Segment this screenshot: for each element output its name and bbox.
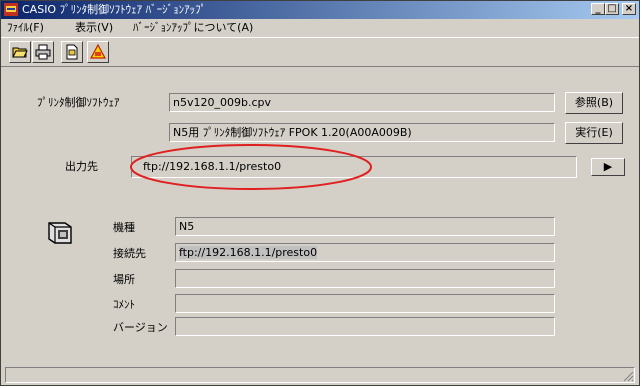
menu-about[interactable]: ﾊﾞｰｼﾞｮﾝｱｯﾌﾟについて(A) [133,20,253,36]
minimize-icon: _ [595,3,601,14]
output-value: ftp://192.168.1.1/presto0 [143,160,282,173]
resize-grip-icon[interactable] [622,370,634,382]
menu-bar: ﾌｧｲﾙ(F) 表示(V) ﾊﾞｰｼﾞｮﾝｱｯﾌﾟについて(A) [1,19,639,37]
status-bar [5,367,635,383]
software-desc-field: N5用 ﾌﾟﾘﾝﾀ制御ｿﾌﾄｳｪｱ FPOK 1.20(A00A009B) [169,123,555,142]
printer-icon [35,44,51,60]
open-folder-icon [12,47,28,58]
connection-field: ftp://192.168.1.1/presto0 [175,243,555,262]
comment-label: ｺﾒﾝﾄ [113,298,135,311]
document-icon [66,44,78,60]
output-label: 出力先 [65,160,98,173]
maximize-button[interactable]: □ [605,3,619,15]
window-title: CASIO ﾌﾟﾘﾝﾀ制御ｿﾌﾄｳｪｱ ﾊﾞｰｼﾞｮﾝｱｯﾌﾟ [22,3,207,16]
document-button[interactable] [61,41,83,63]
output-field[interactable]: ftp://192.168.1.1/presto0 [131,156,577,178]
software-label: ﾌﾟﾘﾝﾀ制御ｿﾌﾄｳｪｱ [37,96,120,109]
print-button[interactable] [32,41,54,63]
model-field: N5 [175,217,555,236]
location-label: 場所 [113,273,135,286]
minimize-button[interactable]: _ [591,3,605,15]
app-icon [4,3,18,16]
model-value: N5 [179,220,195,233]
browse-button-label: 参照(B) [574,96,614,109]
run-button-label: 実行(E) [575,126,613,139]
connection-label: 接続先 [113,247,146,260]
toolbar [1,37,639,67]
output-select-button[interactable]: ▶ [591,158,625,176]
close-button[interactable]: × [622,3,636,15]
software-file-field[interactable]: n5v120_009b.cpv [169,93,555,112]
menu-view[interactable]: 表示(V) [75,20,113,36]
application-window: CASIO ﾌﾟﾘﾝﾀ制御ｿﾌﾄｳｪｱ ﾊﾞｰｼﾞｮﾝｱｯﾌﾟ _ □ × ﾌｧ… [0,0,640,386]
close-icon: × [624,3,634,14]
menu-file[interactable]: ﾌｧｲﾙ(F) [7,20,44,36]
comment-field [175,294,555,313]
title-bar[interactable]: CASIO ﾌﾟﾘﾝﾀ制御ｿﾌﾄｳｪｱ ﾊﾞｰｼﾞｮﾝｱｯﾌﾟ _ □ × [1,1,639,19]
location-field [175,269,555,288]
warning-icon [90,44,106,59]
browse-button[interactable]: 参照(B) [565,92,623,114]
open-button[interactable] [9,41,31,63]
maximize-icon: □ [607,3,617,14]
software-desc-value: N5用 ﾌﾟﾘﾝﾀ制御ｿﾌﾄｳｪｱ FPOK 1.20(A00A009B) [173,126,412,139]
printer-device-icon [48,222,72,244]
connection-value: ftp://192.168.1.1/presto0 [179,246,318,259]
software-file-value: n5v120_009b.cpv [173,96,271,109]
version-label: バージョン [113,321,168,334]
warning-button[interactable] [87,41,109,63]
version-field [175,317,555,336]
model-label: 機種 [113,221,135,234]
play-icon: ▶ [603,160,613,173]
run-button[interactable]: 実行(E) [565,122,623,144]
